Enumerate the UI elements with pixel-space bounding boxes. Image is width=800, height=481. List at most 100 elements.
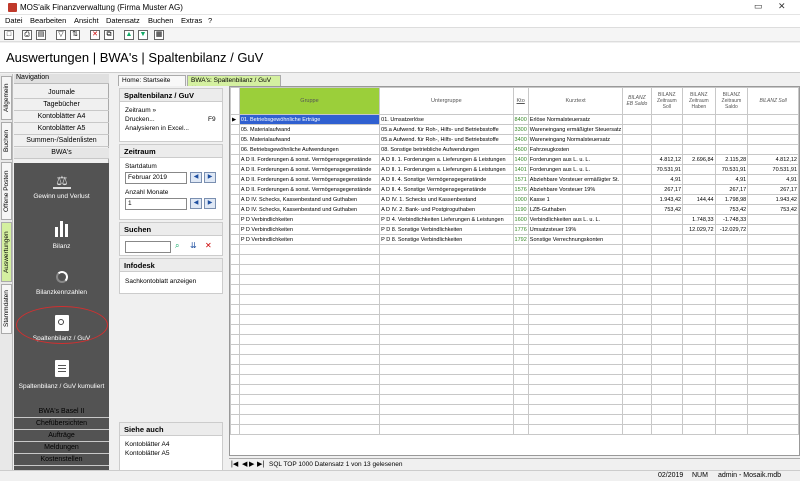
search-input[interactable]	[125, 241, 171, 253]
empty-cell	[682, 314, 716, 325]
menu-extras[interactable]: Extras	[181, 16, 202, 25]
first-record-button[interactable]: |◀	[231, 460, 238, 468]
filter-icon[interactable]: ▽	[56, 30, 66, 40]
table-row[interactable]: A D II. Forderungen & sonst. Vermögensge…	[230, 164, 799, 175]
link-zeitraum[interactable]: Zeitraum »	[125, 107, 156, 114]
menu-bearbeiten[interactable]: Bearbeiten	[30, 16, 66, 25]
table-row[interactable]: 05. Materialaufwand 05.a Aufwend. für Roh…	[230, 134, 799, 145]
nav-bwas[interactable]: BWA's	[14, 148, 109, 159]
col-bilanz-zeitraum-saldo[interactable]: BILANZ Zeitraum Saldo	[714, 87, 749, 115]
col-untergruppe[interactable]: Untergruppe	[379, 87, 514, 115]
copy-icon[interactable]: ⧉	[104, 30, 114, 40]
delete-icon[interactable]: ✕	[90, 30, 100, 40]
col-bilanz-soll[interactable]: BILANZ Soll	[747, 87, 799, 115]
empty-cell	[650, 274, 684, 285]
table-row[interactable]: A D IV. Schecks, Kassenbestand und Gutha…	[230, 204, 799, 215]
table-cell	[622, 234, 652, 245]
table-row[interactable]: 06. Betriebsgewöhnliche Aufwendungen 08. …	[230, 144, 799, 155]
col-kurztext[interactable]: Kurztext	[527, 87, 624, 115]
table-cell	[682, 234, 716, 245]
nav-gewinn-verlust[interactable]: Gewinn und Verlust	[14, 193, 109, 200]
side-tab-allgemein[interactable]: Allgemein	[1, 76, 12, 120]
table-cell: 1.748,33	[682, 214, 716, 225]
empty-cell	[512, 394, 529, 405]
col-bilanz-zeitraum-soll[interactable]: BILANZ Zeitraum Soll	[650, 87, 684, 115]
nav-spaltenbilanz-guv-kumuliert[interactable]: Spaltenbilanz / GuV kumuliert	[14, 383, 109, 390]
title-bar: MOS'aik Finanzverwaltung (Firma Muster A…	[0, 0, 800, 15]
nav-bilanzkennzahlen[interactable]: Bilanzkennzahlen	[14, 289, 109, 296]
nav-journale[interactable]: Journale	[14, 88, 109, 99]
col-kto[interactable]: Kto	[512, 87, 529, 115]
col-bilanz-zeitraum-haben[interactable]: BILANZ Zeitraum Haben	[682, 87, 716, 115]
menu-datensatz[interactable]: Datensatz	[106, 16, 140, 25]
clear-search-icon[interactable]: ✕	[205, 241, 215, 251]
table-row[interactable]: P D Verbindlichkeiten P D 8. Sonstige Ver…	[230, 234, 799, 245]
nav-chefuebersichten[interactable]: Chefübersichten	[14, 419, 109, 430]
side-tab-stammdaten[interactable]: Stammdaten	[1, 284, 12, 334]
last-record-button[interactable]: ▶|	[257, 460, 264, 468]
table-cell	[682, 164, 716, 175]
link-excel[interactable]: Analysieren in Excel...	[125, 125, 189, 132]
menu-datei[interactable]: Datei	[5, 16, 23, 25]
table-row[interactable]: A D II. Forderungen & sonst. Vermögensge…	[230, 174, 799, 185]
empty-cell	[747, 384, 799, 395]
preview-icon[interactable]: ▤	[36, 30, 46, 40]
nav-kontoblaetter-a4[interactable]: Kontoblätter A4	[14, 112, 109, 123]
link-kontoblaetter-a5[interactable]: Kontoblätter A5	[125, 450, 169, 457]
upload-icon[interactable]: ▲	[124, 30, 134, 40]
col-bilanz-eb-saldo[interactable]: BILANZ EB Saldo	[622, 87, 652, 115]
link-drucken[interactable]: Drucken...	[125, 116, 155, 123]
menu-help[interactable]: ?	[208, 16, 212, 25]
search-next-icon[interactable]: ⇊	[190, 241, 200, 251]
nav-meldungen[interactable]: Meldungen	[14, 443, 109, 454]
nav-tagebuecher[interactable]: Tagebücher	[14, 100, 109, 111]
nav-summen-saldenlisten[interactable]: Summen-/Saldenlisten	[14, 136, 109, 147]
sort-icon[interactable]: ⇅	[70, 30, 80, 40]
side-tab-offene-posten[interactable]: Offene Posten	[1, 162, 12, 220]
table-row[interactable]: P D Verbindlichkeiten P D 4. Verbindlichk…	[230, 214, 799, 225]
toolbar: □ ⎙ ▤ ▽ ⇅ ✕ ⧉ ▲ ▼ ▦	[0, 27, 800, 42]
side-tabs: Allgemein Buchen Offene Posten Auswertun…	[0, 74, 13, 481]
next-month-button[interactable]: ▶	[204, 172, 216, 183]
table-cell: P D 8. Sonstige Verbindlichkeiten	[379, 224, 514, 235]
close-button[interactable]: ✕	[778, 1, 786, 12]
increase-months-button[interactable]: ▶	[204, 198, 216, 209]
prev-record-button[interactable]: ◀	[242, 460, 247, 468]
prev-month-button[interactable]: ◀	[190, 172, 202, 183]
row-indicator	[230, 254, 240, 265]
nav-bilanz[interactable]: Bilanz	[14, 243, 109, 250]
calculator-icon[interactable]: ▦	[154, 30, 164, 40]
search-icon[interactable]: ⌕	[175, 241, 185, 251]
print-icon[interactable]: ⎙	[22, 30, 32, 40]
tab-spaltenbilanz[interactable]: BWA's: Spaltenbilanz / GuV ✕	[187, 75, 281, 92]
table-row[interactable]: A D II. Forderungen & sonst. Vermögensge…	[230, 154, 799, 165]
nav-auftraege[interactable]: Aufträge	[14, 431, 109, 442]
minimize-button[interactable]: ▭	[754, 1, 763, 12]
next-record-button[interactable]: ▶	[249, 460, 254, 468]
col-gruppe[interactable]: Gruppe	[238, 87, 381, 115]
table-row[interactable]: 05. Materialaufwand 05.a Aufwend. für Roh…	[230, 124, 799, 135]
empty-cell	[379, 324, 514, 335]
anzahl-monate-input[interactable]: 1	[125, 198, 187, 210]
table-row[interactable]: A D IV. Schecks, Kassenbestand und Gutha…	[230, 194, 799, 205]
link-kontoblaetter-a4[interactable]: Kontoblätter A4	[125, 441, 169, 448]
link-sachkontoblatt[interactable]: Sachkontoblatt anzeigen	[125, 278, 196, 285]
row-indicator	[230, 344, 240, 355]
side-tab-buchen[interactable]: Buchen	[1, 122, 12, 160]
table-row[interactable]: ▶ 01. Betriebsgewöhnliche Erträge 01. Umsa…	[230, 114, 799, 125]
download-icon[interactable]: ▼	[138, 30, 148, 40]
side-tab-auswertungen[interactable]: Auswertungen	[1, 222, 12, 282]
tab-home[interactable]: Home: Startseite	[118, 75, 186, 86]
table-row[interactable]: A D II. Forderungen & sonst. Vermögensge…	[230, 184, 799, 195]
nav-bwas-basel-ii[interactable]: BWA's Basel II	[14, 407, 109, 418]
row-indicator	[230, 164, 240, 175]
startdatum-input[interactable]: Februar 2019	[125, 172, 187, 184]
table-cell: Sonstige Verrechnungskonten	[527, 234, 624, 245]
new-icon[interactable]: □	[4, 30, 14, 40]
nav-kostenstellen[interactable]: Kostenstellen	[14, 455, 109, 466]
nav-kontoblaetter-a5[interactable]: Kontoblätter A5	[14, 124, 109, 135]
menu-buchen[interactable]: Buchen	[148, 16, 173, 25]
menu-ansicht[interactable]: Ansicht	[74, 16, 99, 25]
decrease-months-button[interactable]: ◀	[190, 198, 202, 209]
table-row[interactable]: P D Verbindlichkeiten P D 8. Sonstige Ver…	[230, 224, 799, 235]
